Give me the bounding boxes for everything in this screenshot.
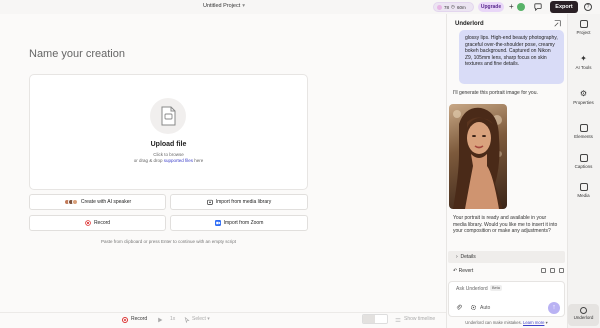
clock-icon: ◷ <box>451 4 455 9</box>
project-title[interactable]: Untitled Project ▾ <box>0 3 448 9</box>
record-toolbar-button[interactable]: Record <box>131 316 147 322</box>
underlord-icon <box>580 307 587 314</box>
play-icon[interactable] <box>157 317 163 323</box>
disclaimer: Underlord can make mistakes. Learn more … <box>465 320 548 325</box>
create-with-ai-speaker-button[interactable]: Create with AI speaker <box>29 194 166 210</box>
arrow-up-icon: ↑ <box>552 304 556 311</box>
attach-icon[interactable] <box>456 304 462 310</box>
media-library-icon <box>206 199 213 205</box>
assistant-status-message: Your portrait is ready and available in … <box>453 215 558 235</box>
rail-item-properties[interactable]: ⚙ Properties <box>567 89 600 106</box>
timeline-icon <box>395 318 401 322</box>
upload-file-icon <box>150 98 186 134</box>
script-view-toggle[interactable] <box>363 315 375 323</box>
export-button[interactable]: Export <box>550 1 578 13</box>
expand-icon[interactable] <box>554 20 561 27</box>
revert-button[interactable]: ↶ Revert <box>453 268 473 274</box>
rail-item-captions[interactable]: Captions <box>567 154 600 169</box>
settings-gear-icon[interactable] <box>470 304 477 311</box>
chevron-right-icon: › <box>456 254 458 260</box>
thumbs-down-icon[interactable] <box>550 268 555 273</box>
avatar[interactable] <box>517 3 525 11</box>
paste-hint: Paste from clipboard or press Enter to c… <box>100 239 237 244</box>
chevron-down-icon[interactable]: ▾ <box>242 3 245 9</box>
playback-speed[interactable]: 1x <box>170 316 175 322</box>
copy-icon[interactable] <box>559 268 564 273</box>
speaker-avatars-icon <box>63 199 78 205</box>
supported-files-link[interactable]: supported files <box>164 158 193 163</box>
help-icon[interactable]: ? <box>584 3 592 11</box>
shapes-icon <box>579 124 588 132</box>
creation-title-input[interactable]: Name your creation <box>29 48 125 60</box>
rail-item-elements[interactable]: Elements <box>567 124 600 139</box>
rail-item-media[interactable]: Media <box>567 183 600 198</box>
captions-icon <box>579 154 588 162</box>
beta-badge: Beta <box>490 285 502 291</box>
import-media-library-button[interactable]: Import from media library <box>170 194 308 210</box>
mode-selector[interactable]: Auto <box>480 305 490 311</box>
comment-icon[interactable] <box>534 3 542 11</box>
timeline-view-toggle[interactable] <box>375 315 387 323</box>
user-prompt-message: glossy lips. High-end beauty photography… <box>459 30 564 84</box>
media-icon <box>579 183 588 191</box>
project-title-text[interactable]: Untitled Project <box>203 3 240 9</box>
rail-item-underlord[interactable]: Underlord <box>568 304 599 326</box>
generated-portrait-image[interactable] <box>449 104 507 209</box>
upload-title: Upload file <box>150 141 187 148</box>
import-zoom-button[interactable]: Import from Zoom <box>170 215 308 231</box>
sparkle-icon: ✦ <box>580 54 587 63</box>
select-tool[interactable]: Select ▾ <box>192 316 210 322</box>
upgrade-button[interactable]: Upgrade <box>478 2 504 12</box>
learn-more-link[interactable]: Learn more <box>523 320 544 325</box>
upload-hint: Click to browse <box>153 152 184 157</box>
record-button[interactable]: Record <box>29 215 166 231</box>
rail-item-ai-tools[interactable]: ✦ AI Tools <box>567 54 600 71</box>
assistant-reply: I'll generate this portrait image for yo… <box>453 90 538 96</box>
panel-title: Underlord <box>455 21 484 27</box>
send-button[interactable]: ↑ <box>548 302 560 314</box>
credits-count-a: 78 <box>444 4 450 10</box>
folder-icon <box>579 20 588 28</box>
view-toggle[interactable] <box>362 314 388 324</box>
record-icon <box>85 220 91 226</box>
cursor-icon <box>184 317 190 323</box>
ask-input-placeholder[interactable]: Ask Underlord <box>456 286 488 292</box>
record-icon[interactable] <box>122 317 128 323</box>
credits-count-b: 60m <box>456 4 466 10</box>
details-toggle[interactable]: › Details <box>448 251 565 263</box>
credits-icon <box>437 4 442 10</box>
credits-badge[interactable]: 78 ◷ 60m <box>433 2 474 12</box>
sliders-icon: ⚙ <box>579 89 588 98</box>
undo-icon: ↶ <box>453 268 458 274</box>
thumbs-up-icon[interactable] <box>541 268 546 273</box>
upload-hint-drag: or drag & drop supported files here <box>133 158 204 163</box>
zoom-icon <box>214 220 221 226</box>
rail-item-project[interactable]: Project <box>567 20 600 35</box>
chevron-down-icon: ▾ <box>545 320 548 325</box>
show-timeline-button[interactable]: Show timeline <box>404 316 435 322</box>
chevron-down-icon: ▾ <box>207 316 210 322</box>
